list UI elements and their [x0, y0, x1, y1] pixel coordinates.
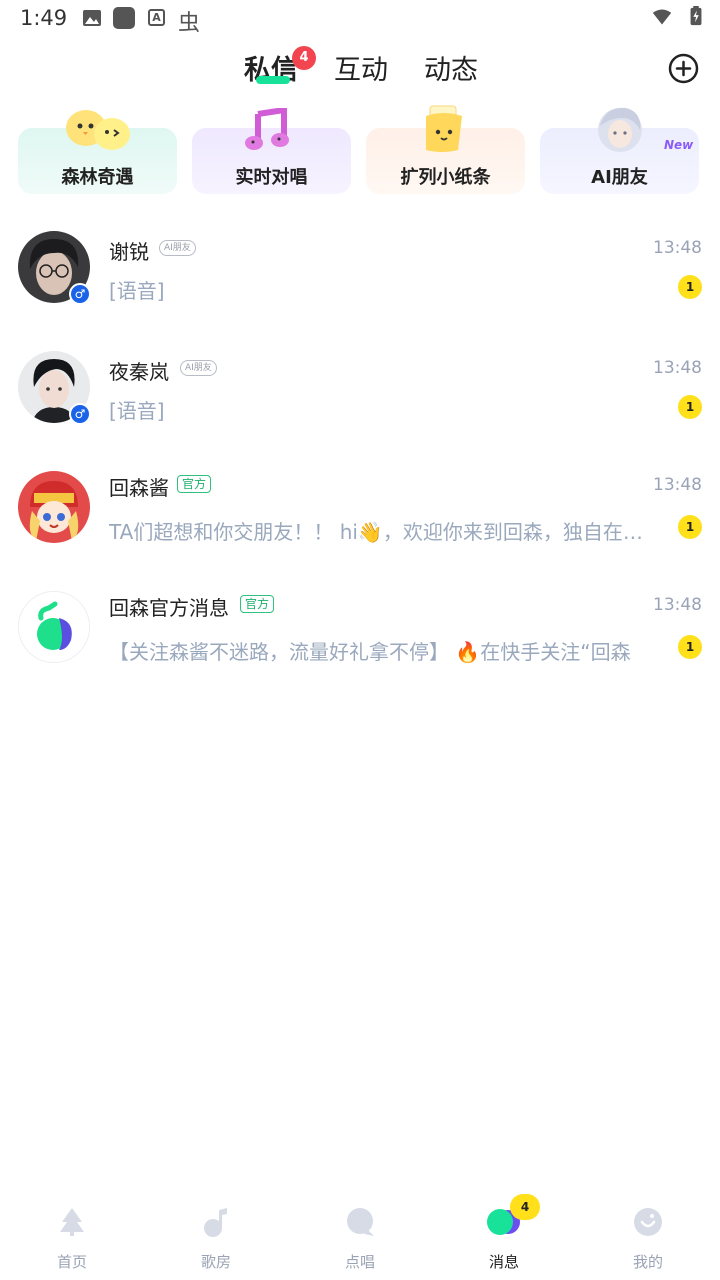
- active-tab-indicator: [256, 76, 290, 84]
- new-badge: New: [664, 138, 694, 152]
- conversation-item[interactable]: 回森官方消息 官方 13:48 【关注森酱不迷路，流量好礼拿不停】 🔥在快手关注…: [0, 580, 720, 690]
- status-time: 1:49: [20, 6, 68, 30]
- music-note-icon: [245, 108, 289, 150]
- message-preview: 【关注森酱不迷路，流量好礼拿不停】 🔥在快手关注“回森: [109, 640, 631, 664]
- nav-label: 我的: [632, 1253, 663, 1271]
- ai-friend-tag: AI朋友: [180, 360, 217, 376]
- message-preview: [语音]: [109, 399, 165, 423]
- ai-friend-tag: AI朋友: [159, 240, 196, 256]
- tab-interactions[interactable]: 互动: [334, 48, 388, 87]
- bottom-navigation: 首页 歌房 点唱 消息 我的: [0, 1190, 720, 1280]
- top-tabs: 私信 互动 动态: [0, 48, 720, 98]
- text-notification-icon: A: [148, 9, 165, 26]
- male-gender-icon: ♂: [69, 283, 91, 305]
- nav-label: 首页: [56, 1253, 87, 1271]
- profile-icon: [634, 1208, 662, 1236]
- music-note-nav-icon: [204, 1208, 227, 1237]
- wifi-icon: [652, 9, 672, 25]
- feature-card-label: 实时对唱: [235, 167, 308, 188]
- message-time: 13:48: [653, 358, 702, 378]
- chat-bubble-icon: [347, 1208, 374, 1236]
- battery-icon: [690, 6, 702, 26]
- unread-count-badge: 1: [678, 635, 702, 659]
- image-notification-icon: [83, 10, 101, 26]
- ai-friend-avatar-icon: [598, 107, 642, 152]
- contact-name: 回森官方消息: [109, 596, 229, 620]
- nav-home[interactable]: 首页: [22, 1190, 122, 1280]
- app-notification-icon: [113, 7, 135, 29]
- tab-moments[interactable]: 动态: [424, 48, 478, 87]
- official-tag: 官方: [240, 595, 275, 613]
- status-bar: 1:49 A 虫: [0, 0, 720, 40]
- messages-nav-badge: 4: [510, 1194, 540, 1220]
- unread-count-badge: 1: [678, 395, 702, 419]
- male-gender-icon: ♂: [69, 403, 91, 425]
- nav-label: 歌房: [200, 1253, 231, 1271]
- contact-name: 谢锐: [109, 240, 149, 264]
- nav-label: 消息: [488, 1253, 519, 1271]
- paper-note-icon: [426, 105, 462, 152]
- nav-songs[interactable]: 歌房: [166, 1190, 266, 1280]
- add-icon[interactable]: [668, 53, 699, 84]
- tree-icon: [60, 1208, 84, 1236]
- official-tag: 官方: [177, 475, 212, 493]
- message-preview: [语音]: [109, 279, 165, 303]
- conversation-item[interactable]: 回森酱 官方 13:48 TA们超想和你交朋友！！ hi👋，欢迎你来到回森，独自…: [0, 460, 720, 570]
- feature-card-label: 扩列小纸条: [400, 167, 491, 188]
- conversation-item[interactable]: ♂ 谢锐 AI朋友 13:48 [语音] 1: [0, 220, 720, 330]
- message-time: 13:48: [653, 595, 702, 615]
- private-messages-badge: 4: [292, 46, 316, 70]
- nav-label: 点唱: [344, 1253, 375, 1271]
- chick-mascot-icon: [66, 110, 130, 150]
- message-time: 13:48: [653, 475, 702, 495]
- avatar: [18, 471, 90, 543]
- conversation-item[interactable]: ♂ 夜秦岚 AI朋友 13:48 [语音] 1: [0, 340, 720, 450]
- nav-profile[interactable]: 我的: [598, 1190, 698, 1280]
- contact-name: 夜秦岚: [109, 360, 169, 384]
- message-preview: TA们超想和你交朋友！！ hi👋，欢迎你来到回森，独自在家的时候: [109, 520, 644, 544]
- nav-sing[interactable]: 点唱: [310, 1190, 410, 1280]
- unread-count-badge: 1: [678, 515, 702, 539]
- feature-card-label: 森林奇遇: [61, 167, 134, 188]
- bug-notification-icon: 虫: [178, 11, 201, 36]
- message-time: 13:48: [653, 238, 702, 258]
- feature-card-label: AI朋友: [591, 167, 648, 188]
- avatar: [18, 591, 90, 663]
- contact-name: 回森酱: [109, 476, 169, 500]
- unread-count-badge: 1: [678, 275, 702, 299]
